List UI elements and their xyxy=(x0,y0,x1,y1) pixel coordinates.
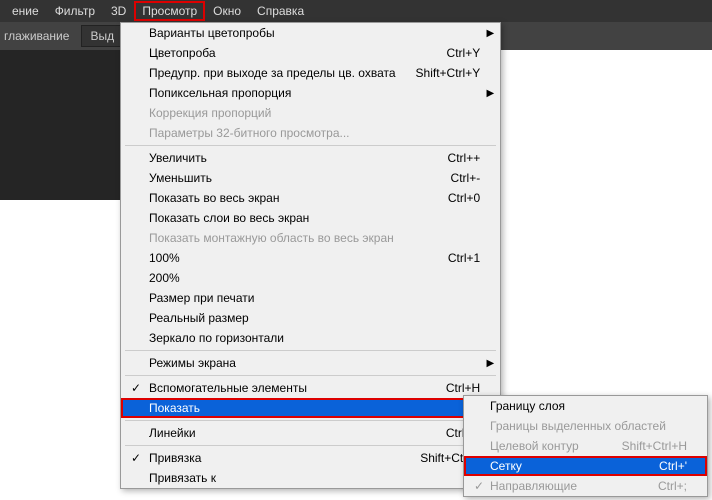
menu-item-label: Показать во весь экран xyxy=(149,191,428,205)
menu-item-shortcut: Ctrl+; xyxy=(658,479,687,493)
menu-item-label: Показать слои во весь экран xyxy=(149,211,480,225)
menu-item-shortcut: Ctrl++ xyxy=(448,151,481,165)
menu-item-label: Показать xyxy=(149,401,480,415)
view-menu-item-12[interactable]: 100% Ctrl+1 xyxy=(121,248,500,268)
view-menu-item-4: Коррекция пропорций xyxy=(121,103,500,123)
menu-separator xyxy=(125,350,496,351)
menu-item-label: Вспомогательные элементы xyxy=(149,381,426,395)
menu-item-label: 200% xyxy=(149,271,480,285)
menu-item-shortcut: Ctrl+1 xyxy=(448,251,480,265)
check-icon: ✓ xyxy=(131,381,141,395)
menu-item-label: Направляющие xyxy=(490,479,638,493)
menu-item-label: Варианты цветопробы xyxy=(149,26,480,40)
view-menu-item-23[interactable]: ЛинейкиCtrl+R xyxy=(121,423,500,443)
show-submenu-item-4: ✓ Направляющие Ctrl+; xyxy=(464,476,707,496)
menu-item-label: Границу слоя xyxy=(490,399,687,413)
menu-item-label: Размер при печати xyxy=(149,291,480,305)
menu-item-label: Границы выделенных областей xyxy=(490,419,687,433)
menu-item-label: Уменьшить xyxy=(149,171,431,185)
menu-item-label: Реальный размер xyxy=(149,311,480,325)
view-menu-item-14[interactable]: Размер при печати xyxy=(121,288,500,308)
view-menu: Варианты цветопробы ▶ Цветопроба Ctrl+Y Пред… xyxy=(120,22,501,489)
menu-item-label: Сетку xyxy=(490,459,639,473)
menu-item-label: Увеличить xyxy=(149,151,428,165)
menu-editing[interactable]: ение xyxy=(4,1,47,21)
check-icon: ✓ xyxy=(474,479,484,493)
menu-help[interactable]: Справка xyxy=(249,1,312,21)
show-submenu-item-3[interactable]: Сетку Ctrl+' xyxy=(464,456,707,476)
show-submenu: Границу слоя Границы выделенных областей Ц… xyxy=(463,395,708,497)
view-menu-item-2[interactable]: Предупр. при выходе за пределы цв. охват… xyxy=(121,63,500,83)
canvas-dark-area xyxy=(0,50,120,200)
menu-item-label: Целевой контур xyxy=(490,439,602,453)
view-menu-item-7[interactable]: Увеличить Ctrl++ xyxy=(121,148,500,168)
menu-item-label: Режимы экрана xyxy=(149,356,480,370)
menu-item-label: 100% xyxy=(149,251,428,265)
menu-item-shortcut: Ctrl+Y xyxy=(447,46,481,60)
menu-separator xyxy=(125,445,496,446)
view-menu-item-13[interactable]: 200% xyxy=(121,268,500,288)
menu-item-label: Линейки xyxy=(149,426,426,440)
chevron-right-icon: ▶ xyxy=(487,88,495,99)
toolbar-select-button[interactable]: Выд xyxy=(81,25,123,47)
view-menu-item-9[interactable]: Показать во весь экран Ctrl+0 xyxy=(121,188,500,208)
show-submenu-item-2: Целевой контур Shift+Ctrl+H xyxy=(464,436,707,456)
menu-item-label: Цветопроба xyxy=(149,46,427,60)
menu-separator xyxy=(125,145,496,146)
menu-item-shortcut: Ctrl+' xyxy=(659,459,687,473)
menu-filter[interactable]: Фильтр xyxy=(47,1,103,21)
view-menu-item-18[interactable]: Режимы экрана ▶ xyxy=(121,353,500,373)
menu-item-label: Привязка xyxy=(149,451,400,465)
view-menu-item-25[interactable]: ✓ПривязкаShift+Ctrl+; xyxy=(121,448,500,468)
check-icon: ✓ xyxy=(131,451,141,465)
view-menu-item-1[interactable]: Цветопроба Ctrl+Y xyxy=(121,43,500,63)
menu-item-label: Показать монтажную область во весь экран xyxy=(149,231,480,245)
menu-view[interactable]: Просмотр xyxy=(134,1,205,21)
view-menu-item-11: Показать монтажную область во весь экран xyxy=(121,228,500,248)
chevron-right-icon: ▶ xyxy=(487,358,495,369)
view-menu-item-20[interactable]: ✓ Вспомогательные элементы Ctrl+H xyxy=(121,378,500,398)
view-menu-item-15[interactable]: Реальный размер xyxy=(121,308,500,328)
show-submenu-item-1: Границы выделенных областей xyxy=(464,416,707,436)
view-menu-item-16[interactable]: Зеркало по горизонтали xyxy=(121,328,500,348)
menu-item-label: Привязать к xyxy=(149,471,480,485)
menu-item-label: Попиксельная пропорция xyxy=(149,86,480,100)
view-menu-item-8[interactable]: Уменьшить Ctrl+- xyxy=(121,168,500,188)
menu-item-shortcut: Ctrl+H xyxy=(446,381,480,395)
menu-item-label: Параметры 32-битного просмотра... xyxy=(149,126,480,140)
menu-item-label: Зеркало по горизонтали xyxy=(149,331,480,345)
menu-item-shortcut: Ctrl+0 xyxy=(448,191,480,205)
menu-item-label: Коррекция пропорций xyxy=(149,106,480,120)
view-menu-item-21[interactable]: Показать▶ xyxy=(121,398,500,418)
menubar: ение Фильтр 3D Просмотр Окно Справка xyxy=(0,0,712,22)
menu-3d[interactable]: 3D xyxy=(103,1,134,21)
menu-window[interactable]: Окно xyxy=(205,1,249,21)
view-menu-item-5: Параметры 32-битного просмотра... xyxy=(121,123,500,143)
view-menu-item-10[interactable]: Показать слои во весь экран xyxy=(121,208,500,228)
show-submenu-item-0[interactable]: Границу слоя xyxy=(464,396,707,416)
menu-separator xyxy=(125,420,496,421)
menu-item-shortcut: Shift+Ctrl+H xyxy=(622,439,687,453)
menu-separator xyxy=(125,375,496,376)
menu-item-label: Предупр. при выходе за пределы цв. охват… xyxy=(149,66,396,80)
view-menu-item-3[interactable]: Попиксельная пропорция ▶ xyxy=(121,83,500,103)
view-menu-item-0[interactable]: Варианты цветопробы ▶ xyxy=(121,23,500,43)
menu-item-shortcut: Shift+Ctrl+Y xyxy=(416,66,481,80)
view-menu-item-26[interactable]: Привязать к▶ xyxy=(121,468,500,488)
chevron-right-icon: ▶ xyxy=(487,28,495,39)
menu-item-shortcut: Ctrl+- xyxy=(451,171,481,185)
toolbar-smoothing-label: глаживание xyxy=(4,29,69,43)
